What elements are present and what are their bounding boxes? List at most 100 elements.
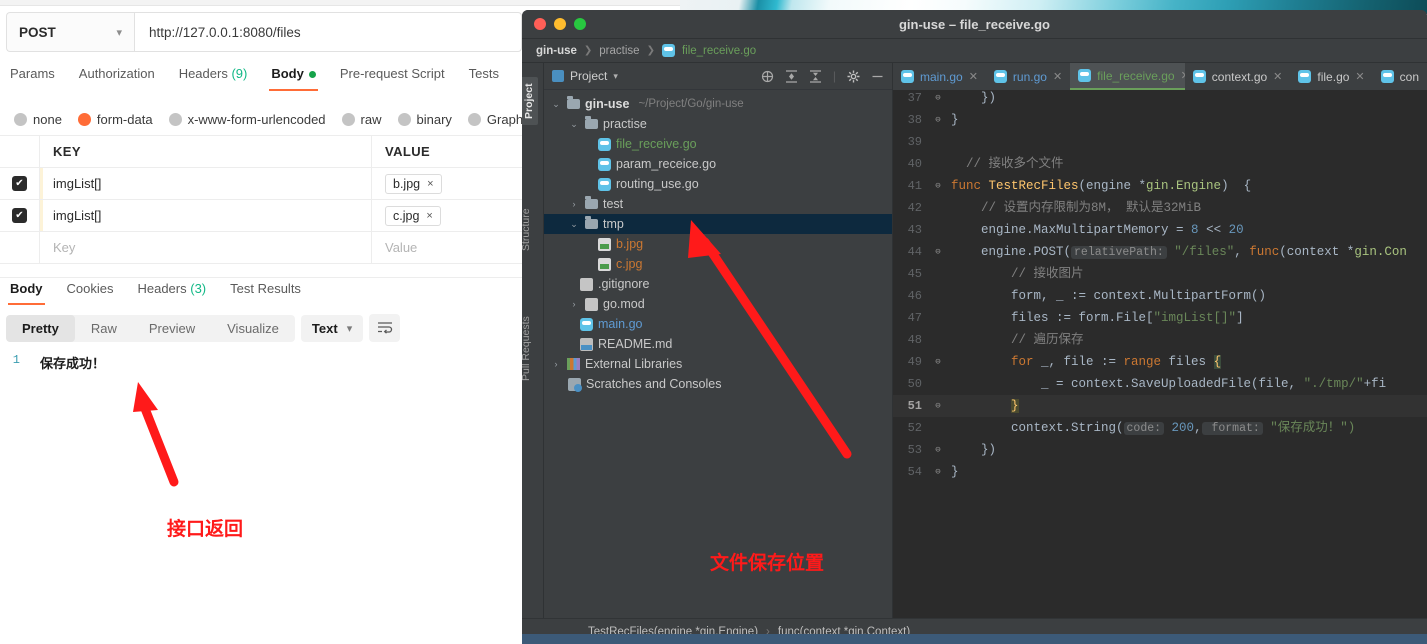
breadcrumb-item-file[interactable]: file_receive.go xyxy=(682,45,756,57)
fold-icon[interactable]: ⊖ xyxy=(929,461,947,483)
row-key[interactable]: imgList[] xyxy=(40,168,372,199)
view-mode-visualize[interactable]: Visualize xyxy=(211,315,295,342)
code-editor[interactable]: 36⊖ }) 37⊖ }) 38⊖} 39 40 // 接收多个文件 41⊖fu… xyxy=(893,63,1427,644)
code-line: 42 // 设置内存限制为8M， 默认是32MiB xyxy=(893,197,1427,219)
tree-item-practise[interactable]: ⌄ practise xyxy=(544,114,892,134)
tab-headers[interactable]: Headers (9) xyxy=(177,62,250,91)
fold-icon[interactable]: ⊖ xyxy=(929,241,947,263)
row-key[interactable]: imgList[] xyxy=(40,200,372,231)
fold-icon[interactable]: ⊖ xyxy=(929,395,947,417)
table-row[interactable]: ✔ imgList[] b.jpg × xyxy=(0,167,522,200)
fold-icon[interactable]: ⊖ xyxy=(929,87,947,109)
close-icon[interactable]: ✕ xyxy=(1053,70,1062,83)
tree-item-routing-use-go[interactable]: routing_use.go xyxy=(544,174,892,194)
editor-tab-con[interactable]: con xyxy=(1373,63,1427,90)
go-file-icon xyxy=(1078,69,1092,82)
tree-item-param-receice-go[interactable]: param_receice.go xyxy=(544,154,892,174)
response-tab-test-results[interactable]: Test Results xyxy=(228,278,303,305)
twisty-expanded-icon[interactable]: ⌄ xyxy=(568,219,580,230)
tab-body[interactable]: Body xyxy=(269,62,318,91)
code-line: 46 form, _ := context.MultipartForm() xyxy=(893,285,1427,307)
editor-tab-file-go[interactable]: file.go ✕ xyxy=(1290,63,1372,90)
code-line: 39 xyxy=(893,131,1427,153)
table-empty-row[interactable]: Key Value xyxy=(0,231,522,264)
close-icon[interactable]: ✕ xyxy=(1355,70,1364,83)
url-input[interactable]: http://127.0.0.1:8080/files xyxy=(134,12,522,52)
sidebar-tab-pull-requests[interactable]: Pull Requests xyxy=(522,316,532,381)
response-body-content: 1 保存成功！ xyxy=(6,353,105,372)
tree-item-gin-use[interactable]: ⌄ gin-use ~/Project/Go/gin-use xyxy=(544,94,892,114)
sidebar-tab-project[interactable]: Project xyxy=(522,77,538,125)
editor-tab-context-go[interactable]: context.go ✕ xyxy=(1185,63,1291,90)
checkbox-checked-icon[interactable]: ✔ xyxy=(12,208,27,223)
row-checkbox-cell[interactable]: ✔ xyxy=(0,200,40,231)
row-checkbox-cell[interactable]: ✔ xyxy=(0,168,40,199)
breadcrumb-item-project[interactable]: gin-use xyxy=(536,45,577,57)
radio-label: form-data xyxy=(96,111,153,127)
tab-tests[interactable]: Tests xyxy=(467,62,501,91)
expand-all-icon[interactable] xyxy=(785,69,798,83)
word-wrap-button[interactable] xyxy=(369,314,401,342)
view-mode-pretty[interactable]: Pretty xyxy=(6,314,75,342)
close-icon[interactable]: ✕ xyxy=(1273,70,1282,83)
twisty-collapsed-icon[interactable]: › xyxy=(550,359,562,369)
row-checkbox-cell[interactable] xyxy=(0,232,40,263)
locate-icon[interactable] xyxy=(761,70,774,83)
tab-authorization[interactable]: Authorization xyxy=(77,62,157,91)
fold-icon[interactable]: ⊖ xyxy=(929,175,947,197)
editor-tab-main-go[interactable]: main.go ✕ xyxy=(893,63,986,90)
radio-label: raw xyxy=(360,111,382,127)
sidebar-tab-structure[interactable]: Structure xyxy=(522,208,532,251)
http-method-select[interactable]: POST ▾ xyxy=(6,12,134,52)
twisty-expanded-icon[interactable]: ⌄ xyxy=(550,99,562,110)
table-row[interactable]: ✔ imgList[] c.jpg × xyxy=(0,199,522,232)
twisty-expanded-icon[interactable]: ⌄ xyxy=(568,119,580,130)
format-select[interactable]: Text ▾ xyxy=(300,314,364,342)
row-value[interactable]: b.jpg × xyxy=(372,168,522,199)
body-type-form-data[interactable]: form-data xyxy=(77,111,153,127)
body-type-raw[interactable]: raw xyxy=(341,111,382,127)
radio-icon-selected xyxy=(77,112,91,126)
collapse-all-icon[interactable] xyxy=(809,69,822,83)
row-value[interactable]: c.jpg × xyxy=(372,200,522,231)
breadcrumb-item-folder[interactable]: practise xyxy=(599,45,639,57)
project-title-group[interactable]: Project ▾ xyxy=(552,69,618,83)
response-tab-cookies[interactable]: Cookies xyxy=(65,278,116,305)
hide-icon[interactable] xyxy=(871,70,884,83)
body-type-binary[interactable]: binary xyxy=(397,112,452,127)
body-type-none[interactable]: none xyxy=(14,112,62,127)
tree-item-file-receive-go[interactable]: file_receive.go xyxy=(544,134,892,154)
response-tab-headers[interactable]: Headers (3) xyxy=(135,278,208,305)
response-tab-body[interactable]: Body xyxy=(8,278,45,305)
close-icon[interactable]: × xyxy=(426,210,432,222)
code-content[interactable]: 36⊖ }) 37⊖ }) 38⊖} 39 40 // 接收多个文件 41⊖fu… xyxy=(893,63,1427,483)
settings-icon[interactable] xyxy=(847,70,860,83)
new-value-input[interactable]: Value xyxy=(372,232,522,263)
file-name: b.jpg xyxy=(393,176,421,191)
twisty-collapsed-icon[interactable]: › xyxy=(568,199,580,209)
line-text: } xyxy=(951,465,959,479)
fold-icon[interactable]: ⊖ xyxy=(929,439,947,461)
tab-params[interactable]: Params xyxy=(8,62,57,91)
twisty-collapsed-icon[interactable]: › xyxy=(568,299,580,309)
project-toolbar: Project ▾ | xyxy=(544,63,892,90)
editor-tab-file-receive-go[interactable]: file_receive.go ✕ xyxy=(1070,63,1185,90)
file-chip[interactable]: c.jpg × xyxy=(385,205,441,226)
tab-pre-request-script[interactable]: Pre-request Script xyxy=(338,62,447,91)
view-mode-preview[interactable]: Preview xyxy=(133,315,211,342)
editor-tab-run-go[interactable]: run.go ✕ xyxy=(986,63,1070,90)
code-line-current: 51 ⊖ } xyxy=(893,395,1427,417)
body-type-x-www-form-urlencoded[interactable]: x-www-form-urlencoded xyxy=(168,112,326,127)
close-icon[interactable]: × xyxy=(427,178,433,190)
file-chip[interactable]: b.jpg × xyxy=(385,173,442,194)
tree-label: b.jpg xyxy=(616,237,644,251)
fold-icon[interactable]: ⊖ xyxy=(929,351,947,373)
new-key-input[interactable]: Key xyxy=(40,232,372,263)
view-mode-raw[interactable]: Raw xyxy=(75,315,133,342)
body-type-graphql[interactable]: GraphQL xyxy=(467,112,522,127)
checkbox-checked-icon[interactable]: ✔ xyxy=(12,176,27,191)
fold-icon[interactable]: ⊖ xyxy=(929,109,947,131)
line-number: 50 xyxy=(907,377,922,391)
close-icon[interactable]: ✕ xyxy=(969,70,978,83)
tree-item-test[interactable]: › test xyxy=(544,194,892,214)
